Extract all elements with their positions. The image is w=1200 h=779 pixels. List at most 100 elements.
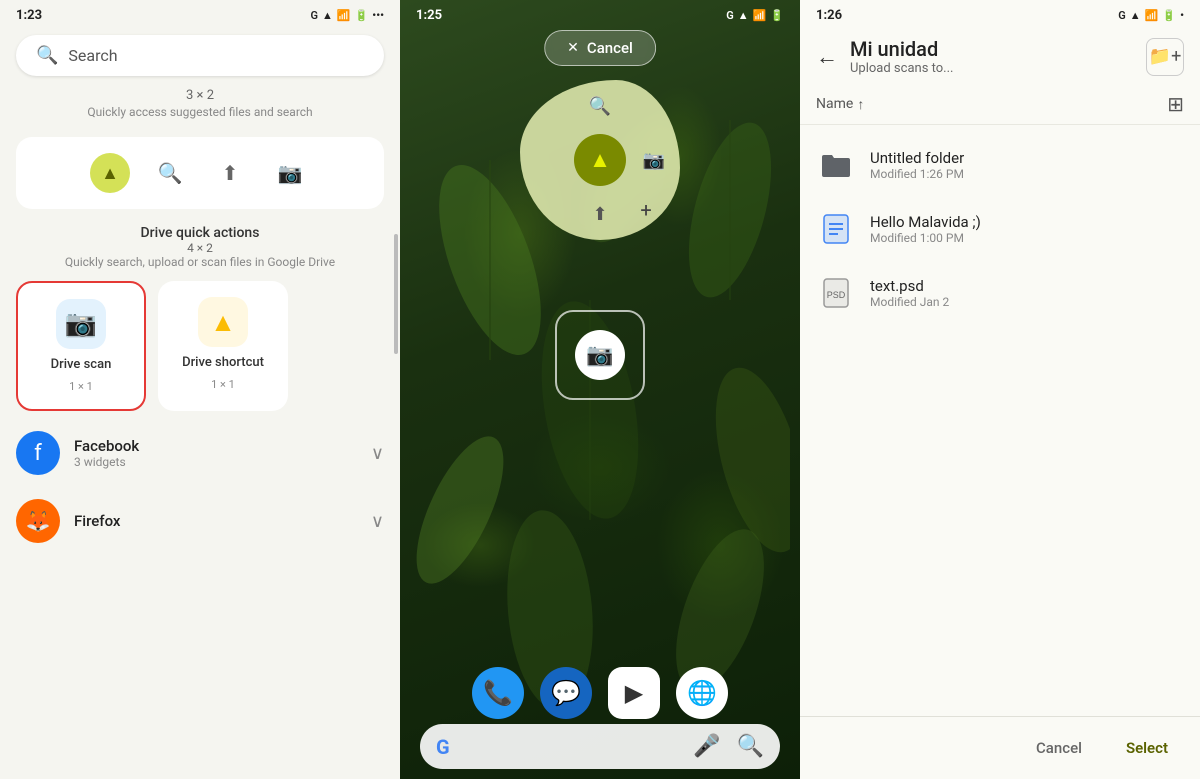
status-time-2: 1:25 <box>416 8 442 23</box>
drive-header: ← Mi unidad Upload scans to... 📁+ <box>800 27 1200 84</box>
search-icon: 🔍 <box>36 45 58 66</box>
scrollbar[interactable] <box>394 234 398 354</box>
drive-select-button[interactable]: Select <box>1114 731 1180 765</box>
camera-widget-preview: 📷 <box>575 330 625 380</box>
hello-malavida-modified: Modified 1:00 PM <box>870 231 1184 245</box>
file-item-hello-malavida[interactable]: Hello Malavida ;) Modified 1:00 PM <box>800 197 1200 261</box>
drive-list-header: Name ↑ ⊞ <box>800 84 1200 125</box>
drive-title-area: Mi unidad Upload scans to... <box>850 37 1134 76</box>
widget-shortcut-size: 1 × 1 <box>211 378 235 391</box>
doc-icon <box>816 209 856 249</box>
signal-icon-2: ▲ <box>738 9 749 22</box>
camera-scan-icon: 📷 <box>65 309 97 339</box>
search-bar[interactable]: 🔍 Search <box>16 35 384 76</box>
widget-shortcut-label: Drive shortcut <box>182 355 264 370</box>
status-bar-3: 1:26 G ▲ 📶 🔋 • <box>800 0 1200 27</box>
bubble-drive-center[interactable]: ▲ <box>574 134 626 186</box>
facebook-chevron-icon: ∨ <box>371 443 384 464</box>
folder-icon <box>816 145 856 185</box>
drive-center-icon: ▲ <box>589 147 611 173</box>
drive-quick-desc: Quickly search, upload or scan files in … <box>16 255 384 269</box>
facebook-name: Facebook <box>74 437 357 455</box>
g-icon-2: G <box>726 9 734 22</box>
lens-icon[interactable]: 🔍 <box>737 734 764 759</box>
drive-spacer <box>800 429 1200 717</box>
wifi-icon-2: 📶 <box>753 9 767 22</box>
bubble-search-icon[interactable]: 🔍 <box>582 88 618 124</box>
grid-view-button[interactable]: ⊞ <box>1167 92 1184 116</box>
camera-widget-icon: 📷 <box>270 153 310 193</box>
search-label: Search <box>68 46 117 65</box>
mic-icon[interactable]: 🎤 <box>693 734 720 759</box>
facebook-icon: f <box>16 431 60 475</box>
firefox-icon: 🦊 <box>16 499 60 543</box>
google-g-icon: G <box>436 735 450 759</box>
app-list-item-facebook[interactable]: f Facebook 3 widgets ∨ <box>0 419 400 487</box>
untitled-folder-info: Untitled folder Modified 1:26 PM <box>870 149 1184 181</box>
status-icons-2: G ▲ 📶 🔋 <box>726 9 784 22</box>
file-item-text-psd[interactable]: PSD text.psd Modified Jan 2 <box>800 261 1200 325</box>
back-button[interactable]: ← <box>816 44 838 70</box>
triangle-icon: ▲ <box>101 163 119 184</box>
wifi-icon-3: 📶 <box>1145 9 1159 22</box>
widget-placement-box: 📷 <box>555 310 645 400</box>
more-icon: ••• <box>372 9 384 22</box>
facebook-info: Facebook 3 widgets <box>74 437 357 469</box>
bubble-camera-icon[interactable]: 📷 <box>636 142 672 178</box>
bubble-plus-icon[interactable]: + <box>628 192 664 228</box>
untitled-folder-modified: Modified 1:26 PM <box>870 167 1184 181</box>
firefox-info: Firefox <box>74 512 357 530</box>
drive-icon-widget: ▲ <box>90 153 130 193</box>
messages-icon[interactable]: 💬 <box>540 667 592 719</box>
battery-icon-2: 🔋 <box>770 9 784 22</box>
firefox-chevron-icon: ∨ <box>371 511 384 532</box>
more-icon-3: • <box>1180 9 1184 22</box>
wifi-icon: 📶 <box>337 9 351 22</box>
widget-3x2-section: 3 × 2 Quickly access suggested files and… <box>0 88 400 129</box>
psd-icon: PSD <box>816 273 856 313</box>
bubble-upload-icon[interactable]: ⬆ <box>582 196 618 232</box>
sort-arrow-icon: ↑ <box>857 96 864 113</box>
firefox-name: Firefox <box>74 512 357 530</box>
new-folder-button[interactable]: 📁+ <box>1146 38 1184 76</box>
widget-item-drive-scan[interactable]: 📷 Drive scan 1 × 1 <box>16 281 146 411</box>
bubble-shape: 🔍 📷 ⬆ + ▲ <box>520 80 680 240</box>
sort-button[interactable]: Name ↑ <box>816 96 864 113</box>
widget-picker-panel: 1:23 G ▲ 📶 🔋 ••• 🔍 Search 3 × 2 Quickly … <box>0 0 400 779</box>
phone-icon[interactable]: 📞 <box>472 667 524 719</box>
text-psd-name: text.psd <box>870 277 1184 295</box>
drive-cancel-button[interactable]: Cancel <box>1024 731 1094 765</box>
home-search-bar[interactable]: G 🎤 🔍 <box>420 724 780 769</box>
file-item-untitled-folder[interactable]: Untitled folder Modified 1:26 PM <box>800 133 1200 197</box>
drive-shortcut-icon: ▲ <box>198 297 248 347</box>
drive-quick-grid: 4 × 2 <box>16 241 384 255</box>
drive-bottom-bar: Cancel Select <box>800 716 1200 779</box>
app-list-item-firefox[interactable]: 🦊 Firefox ∨ <box>0 487 400 555</box>
widget-preview-simple: ▲ 🔍 ⬆ 📷 <box>16 137 384 209</box>
cancel-x-icon: ✕ <box>567 40 579 56</box>
drive-scan-icon: 📷 <box>56 299 106 349</box>
status-time-3: 1:26 <box>816 8 842 23</box>
drive-file-list: Untitled folder Modified 1:26 PM Hello M… <box>800 125 1200 429</box>
sort-label: Name <box>816 96 853 112</box>
battery-icon: 🔋 <box>355 9 369 22</box>
play-store-icon[interactable]: ▶ <box>608 667 660 719</box>
chrome-icon[interactable]: 🌐 <box>676 667 728 719</box>
battery-icon-3: 🔋 <box>1162 9 1176 22</box>
status-icons-1: G ▲ 📶 🔋 ••• <box>311 9 385 22</box>
drive-title: Mi unidad <box>850 37 1134 61</box>
text-psd-info: text.psd Modified Jan 2 <box>870 277 1184 309</box>
signal-icon-3: ▲ <box>1130 9 1141 22</box>
widget-item-drive-shortcut[interactable]: ▲ Drive shortcut 1 × 1 <box>158 281 288 411</box>
hello-malavida-name: Hello Malavida ;) <box>870 213 1184 231</box>
widget-items-row: 📷 Drive scan 1 × 1 ▲ Drive shortcut 1 × … <box>0 273 400 419</box>
widget-scan-label: Drive scan <box>51 357 112 372</box>
home-dock: 📞 💬 ▶ 🌐 <box>472 667 728 719</box>
drive-triangle-icon: ▲ <box>210 307 236 338</box>
status-time-1: 1:23 <box>16 8 42 23</box>
g-icon-3: G <box>1118 9 1126 22</box>
widget-scan-size: 1 × 1 <box>69 380 93 393</box>
drive-quick-actions-section: Drive quick actions 4 × 2 Quickly search… <box>0 217 400 273</box>
text-psd-modified: Modified Jan 2 <box>870 295 1184 309</box>
cancel-pill[interactable]: ✕ Cancel <box>544 30 656 66</box>
